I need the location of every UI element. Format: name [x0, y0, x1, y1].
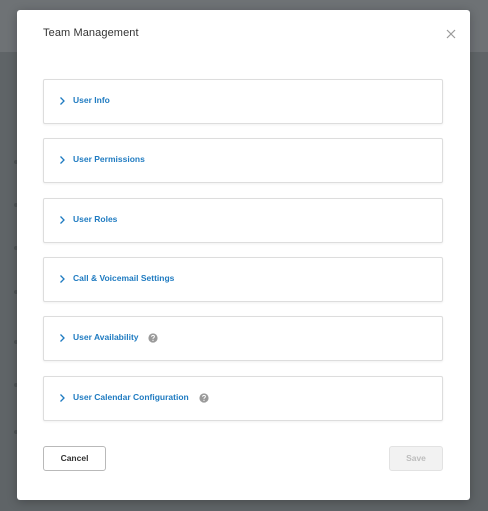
help-circle-icon[interactable]: [199, 393, 209, 403]
section-label: User Permissions: [73, 154, 145, 164]
team-management-dialog: Team Management User Info User Permission…: [17, 10, 470, 500]
section-label: User Calendar Configuration: [73, 392, 189, 402]
chevron-right-icon: [60, 394, 65, 402]
chevron-right-icon: [60, 216, 65, 224]
section-user-roles[interactable]: User Roles: [43, 198, 443, 243]
section-user-info[interactable]: User Info: [43, 79, 443, 124]
section-label: User Info: [73, 95, 110, 105]
help-circle-icon[interactable]: [148, 333, 158, 343]
section-call-and-voicemail-settings[interactable]: Call & Voicemail Settings: [43, 257, 443, 302]
section-user-availability[interactable]: User Availability: [43, 316, 443, 361]
chevron-right-icon: [60, 334, 65, 342]
cancel-button[interactable]: Cancel: [43, 446, 106, 471]
section-user-calendar-configuration[interactable]: User Calendar Configuration: [43, 376, 443, 421]
section-label: User Roles: [73, 214, 118, 224]
chevron-right-icon: [60, 275, 65, 283]
section-label: User Availability: [73, 332, 139, 342]
chevron-right-icon: [60, 156, 65, 164]
chevron-right-icon: [60, 97, 65, 105]
section-label: Call & Voicemail Settings: [73, 273, 175, 283]
section-user-permissions[interactable]: User Permissions: [43, 138, 443, 183]
save-button[interactable]: Save: [389, 446, 443, 471]
dialog-title: Team Management: [43, 27, 139, 39]
close-icon[interactable]: [444, 27, 458, 41]
